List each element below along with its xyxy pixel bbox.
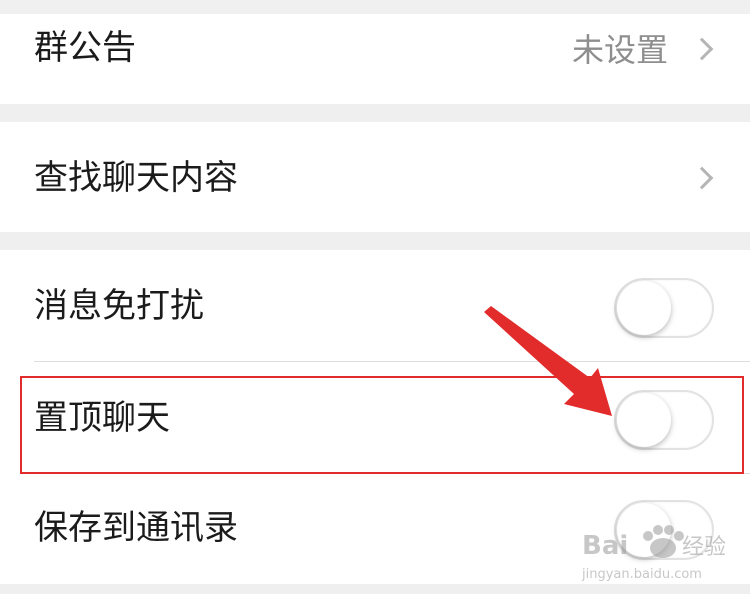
group-notice-value: 未设置: [571, 31, 668, 69]
sticky-chat-label: 置顶聊天: [34, 398, 170, 438]
search-chat-label: 查找聊天内容: [34, 158, 238, 198]
mute-notifications-label: 消息免打扰: [34, 286, 204, 326]
notice-section: 群公告 未设置: [0, 14, 750, 104]
sticky-chat-toggle[interactable]: [614, 390, 714, 450]
group-notice-row[interactable]: 群公告 未设置: [0, 14, 750, 104]
toggle-knob: [617, 503, 671, 557]
top-spacer: [0, 0, 750, 14]
save-to-contacts-label: 保存到通讯录: [34, 508, 238, 548]
group-notice-label: 群公告: [34, 28, 136, 68]
toggle-section: 消息免打扰 置顶聊天 保存到通讯录: [0, 250, 750, 584]
search-section: 查找聊天内容: [0, 122, 750, 232]
toggle-knob: [617, 393, 671, 447]
mute-notifications-row: 消息免打扰: [0, 250, 750, 361]
search-chat-row[interactable]: 查找聊天内容: [0, 122, 750, 232]
save-to-contacts-row: 保存到通讯录: [0, 474, 750, 584]
toggle-knob: [617, 281, 671, 335]
save-to-contacts-toggle[interactable]: [614, 500, 714, 560]
sticky-chat-row: 置顶聊天: [0, 362, 750, 473]
chevron-right-icon: [690, 166, 714, 190]
mute-notifications-toggle[interactable]: [614, 278, 714, 338]
chevron-right-icon: [690, 37, 714, 61]
